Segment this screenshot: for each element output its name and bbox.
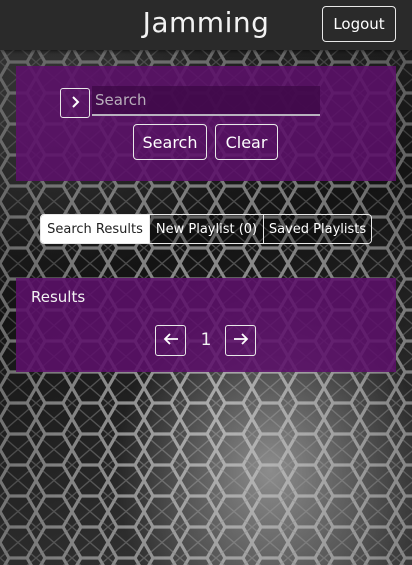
view-tabs: Search Results New Playlist (0) Saved Pl…: [40, 214, 372, 244]
arrow-right-icon: [232, 332, 250, 349]
results-title: Results: [31, 288, 86, 306]
search-input[interactable]: [92, 86, 320, 116]
tab-saved-playlists[interactable]: Saved Playlists: [263, 215, 371, 243]
search-panel: Search Clear: [16, 66, 396, 181]
app-header: Jamming Logout: [0, 0, 412, 50]
logout-button[interactable]: Logout: [322, 6, 396, 42]
chevron-right-icon: [68, 95, 82, 112]
arrow-left-icon: [162, 332, 180, 349]
page-number: 1: [200, 330, 212, 350]
results-panel: Results 1: [16, 278, 396, 372]
clear-button[interactable]: Clear: [215, 124, 278, 160]
search-button[interactable]: Search: [133, 124, 207, 160]
next-page-button[interactable]: [225, 325, 256, 356]
previous-page-button[interactable]: [155, 325, 186, 356]
tab-search-results[interactable]: Search Results: [41, 215, 149, 243]
expand-search-button[interactable]: [60, 88, 90, 118]
tab-new-playlist[interactable]: New Playlist (0): [149, 215, 263, 243]
